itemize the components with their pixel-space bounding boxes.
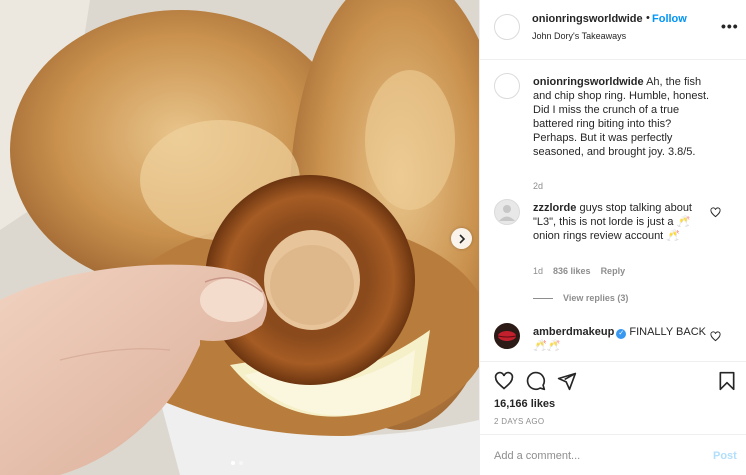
carousel-dot-active — [231, 461, 235, 465]
post-location[interactable]: John Dory's Takeaways — [532, 31, 626, 41]
like-comment-heart-icon[interactable] — [710, 207, 721, 218]
save-bookmark-icon[interactable] — [717, 371, 737, 391]
chevron-right-icon — [458, 233, 465, 244]
like-count[interactable]: 16,166 likes — [494, 398, 555, 410]
caption-text: Ah, the fish and chip shop ring. Humble,… — [533, 76, 710, 158]
commenter-avatar[interactable] — [494, 199, 520, 225]
like-heart-icon[interactable] — [494, 371, 514, 391]
author-username[interactable]: onionringsworldwide — [532, 13, 643, 25]
commenter-username[interactable]: amberdmakeup — [533, 326, 614, 338]
post-actions: 16,166 likes 2 DAYS AGO — [480, 361, 746, 433]
add-comment-bar: Post — [480, 434, 746, 475]
onion-ring-photo — [0, 0, 479, 475]
comment-body: amberdmakeup ✓ FINALLY BACK🥂🥂 — [533, 325, 713, 353]
post-comment-button[interactable]: Post — [713, 450, 737, 462]
post-image — [0, 0, 479, 475]
comment-input[interactable] — [494, 447, 694, 465]
like-comment-heart-icon[interactable] — [710, 331, 721, 342]
more-options-icon[interactable]: ••• — [721, 18, 739, 34]
caption-avatar[interactable] — [494, 73, 520, 99]
author-avatar[interactable] — [494, 14, 520, 40]
caption-body: onionringsworldwide Ah, the fish and chi… — [533, 75, 713, 159]
header-separator: • — [646, 12, 650, 24]
carousel-dot — [239, 461, 243, 465]
comment-likes[interactable]: 836 likes — [553, 266, 591, 276]
caption-username[interactable]: onionringsworldwide — [533, 76, 644, 88]
comment-age: 1d — [533, 266, 544, 276]
share-send-icon[interactable] — [557, 371, 577, 391]
caption-age: 2d — [533, 181, 544, 191]
reply-button[interactable]: Reply — [601, 266, 626, 276]
commenter-username[interactable]: zzzlorde — [533, 202, 576, 214]
post-date: 2 DAYS AGO — [494, 417, 545, 426]
lips-avatar-icon — [497, 331, 517, 341]
post-header: onionringsworldwide • Follow John Dory's… — [480, 0, 746, 60]
next-slide-button[interactable] — [451, 228, 472, 249]
post-sidebar: onionringsworldwide • Follow John Dory's… — [479, 0, 746, 475]
replies-divider — [533, 297, 553, 299]
comments-list: onionringsworldwide Ah, the fish and chi… — [480, 61, 746, 361]
comment-body: zzzlorde guys stop talking about "L3", t… — [533, 201, 713, 243]
caption-meta: 2d — [533, 181, 543, 191]
view-replies-button[interactable]: View replies (3) — [533, 293, 628, 303]
view-replies-label: View replies (3) — [563, 293, 629, 303]
default-avatar-icon — [499, 205, 515, 221]
follow-button[interactable]: Follow — [652, 13, 687, 25]
commenter-avatar[interactable] — [494, 323, 520, 349]
carousel-indicator — [231, 461, 243, 465]
verified-badge-icon: ✓ — [616, 329, 627, 339]
comment-meta: 1d 836 likes Reply — [533, 266, 625, 276]
comment-bubble-icon[interactable] — [526, 371, 546, 391]
